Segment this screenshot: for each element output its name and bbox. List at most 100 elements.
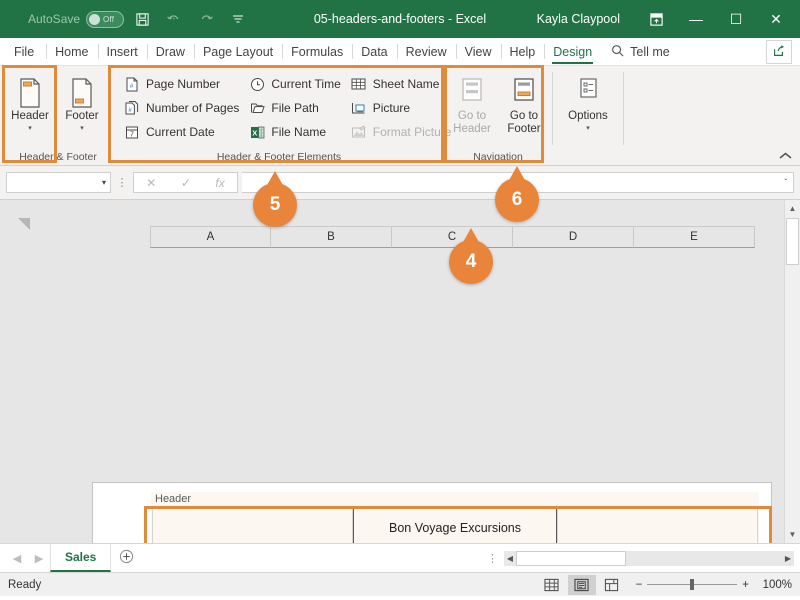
number-of-pages-button[interactable]: # Number of Pages <box>122 96 247 120</box>
name-box-caret[interactable]: ▾ <box>102 178 106 187</box>
format-picture-label: Format Picture <box>372 125 452 139</box>
ribbon-display-options-icon[interactable] <box>636 3 676 35</box>
tab-help[interactable]: Help <box>500 38 545 65</box>
add-sheet-plus-icon[interactable] <box>111 549 141 567</box>
header-right-section[interactable] <box>557 507 758 543</box>
go-to-footer-button[interactable]: Go to Footer <box>498 72 550 136</box>
go-to-header-icon <box>459 76 485 110</box>
tab-view[interactable]: View <box>455 38 501 65</box>
vertical-scroll-thumb[interactable] <box>786 218 799 265</box>
title-bar: AutoSave Off 05-headers-and-footers - Ex… <box>0 0 800 38</box>
share-button[interactable] <box>766 40 792 64</box>
scroll-up-arrow-icon[interactable]: ▲ <box>785 200 800 217</box>
number-of-pages-icon: # <box>124 100 140 116</box>
hscroll-left-arrow-icon[interactable]: ◀ <box>504 554 516 563</box>
customize-quick-access-icon[interactable] <box>224 5 252 33</box>
page-header-label: Header <box>155 493 192 505</box>
zoom-out-button[interactable]: − <box>636 579 643 591</box>
picture-label: Picture <box>372 101 411 115</box>
group-label-header-footer: Header & Footer <box>19 151 97 163</box>
tab-data[interactable]: Data <box>352 38 396 65</box>
next-sheet-arrow-icon[interactable]: ▶ <box>28 552 50 565</box>
footer-dropdown-caret[interactable]: ▾ <box>80 124 84 133</box>
svg-text:7: 7 <box>130 131 134 138</box>
expand-formula-bar-caret[interactable]: ˇ <box>784 178 787 187</box>
cancel-x-icon[interactable]: ✕ <box>146 176 156 190</box>
ribbon-tab-bar: File Home Insert Draw Page Layout Formul… <box>0 38 800 66</box>
current-date-label: Current Date <box>146 125 215 139</box>
options-icon <box>573 76 603 110</box>
header-center-section[interactable]: Bon Voyage Excursions <box>352 507 558 543</box>
zoom-slider[interactable] <box>647 579 738 590</box>
maximize-button[interactable]: ☐ <box>716 3 756 35</box>
ribbon-group-elements: # Page Number # Number of Pages 7 Curren… <box>114 66 451 165</box>
page-layout-view-icon[interactable] <box>567 574 596 595</box>
autosave-toggle-knob <box>89 13 101 25</box>
footer-button[interactable]: Footer ▾ <box>56 72 108 133</box>
formula-bar: ▾ ⋮ ✕ ✓ fx ˇ <box>0 166 800 200</box>
picture-button[interactable]: Picture <box>349 96 460 120</box>
options-button[interactable]: Options ▾ <box>562 72 614 133</box>
sheet-bar-splitter[interactable]: ⋮ <box>487 552 504 565</box>
tell-me-search[interactable]: Tell me <box>601 38 680 65</box>
normal-view-icon[interactable] <box>538 575 566 595</box>
file-path-button[interactable]: File Path <box>247 96 348 120</box>
column-header-b[interactable]: B <box>271 226 392 248</box>
horizontal-scrollbar[interactable]: ◀ ▶ <box>504 550 794 566</box>
file-name-label: File Name <box>271 125 327 139</box>
zoom-slider-knob[interactable] <box>690 579 695 590</box>
page-layout-sheet: Header Bon Voyage Excursions Date Agent … <box>92 482 772 543</box>
prev-sheet-arrow-icon[interactable]: ◀ <box>6 552 28 565</box>
search-icon <box>611 44 624 60</box>
options-dropdown-caret[interactable]: ▾ <box>586 124 590 133</box>
tab-formulas[interactable]: Formulas <box>282 38 352 65</box>
enter-check-icon[interactable]: ✓ <box>181 176 191 190</box>
file-name-button[interactable]: X File Name <box>247 120 348 144</box>
column-header-e[interactable]: E <box>634 226 755 248</box>
name-box[interactable]: ▾ <box>6 172 111 193</box>
status-text: Ready <box>8 578 42 591</box>
formula-bar-divider: ⋮ <box>116 177 128 189</box>
page-break-preview-icon[interactable] <box>598 575 626 595</box>
sheet-tab-sales[interactable]: Sales <box>50 544 112 572</box>
sheet-name-button[interactable]: Sheet Name <box>349 72 460 96</box>
tab-home[interactable]: Home <box>46 38 97 65</box>
page-number-button[interactable]: # Page Number <box>122 72 247 96</box>
header-left-section[interactable] <box>152 507 353 543</box>
zoom-control[interactable]: − + 100% <box>636 579 792 591</box>
hscroll-right-arrow-icon[interactable]: ▶ <box>782 554 794 563</box>
column-header-c[interactable]: C <box>392 226 513 248</box>
autosave-toggle[interactable]: Off <box>86 10 125 28</box>
tab-page-layout[interactable]: Page Layout <box>193 38 282 65</box>
column-header-a[interactable]: A <box>150 226 271 248</box>
redo-icon[interactable] <box>192 5 220 33</box>
page-number-label: Page Number <box>146 77 221 91</box>
tab-design[interactable]: Design <box>544 38 601 65</box>
scroll-down-arrow-icon[interactable]: ▼ <box>785 526 800 543</box>
column-header-d[interactable]: D <box>513 226 634 248</box>
sheet-grid-icon <box>351 76 367 92</box>
vertical-scrollbar[interactable]: ▲ ▼ <box>784 200 800 543</box>
undo-icon[interactable] <box>160 5 188 33</box>
zoom-in-button[interactable]: + <box>742 579 749 591</box>
zoom-level-label[interactable]: 100% <box>754 579 792 591</box>
header-dropdown-caret[interactable]: ▾ <box>28 124 32 133</box>
go-to-footer-icon <box>511 76 537 110</box>
tab-file[interactable]: File <box>0 38 46 65</box>
select-all-triangle-icon[interactable] <box>18 218 30 230</box>
current-date-button[interactable]: 7 Current Date <box>122 120 247 144</box>
format-picture-icon <box>351 124 367 140</box>
fx-icon[interactable]: fx <box>215 176 224 190</box>
save-icon[interactable] <box>128 5 156 33</box>
ribbon: Header ▾ Footer ▾ Header & Footer # Page… <box>0 65 800 166</box>
tab-review[interactable]: Review <box>396 38 456 65</box>
minimize-button[interactable]: — <box>676 3 716 35</box>
header-button[interactable]: Header ▾ <box>4 72 56 133</box>
tab-insert[interactable]: Insert <box>97 38 147 65</box>
horizontal-scroll-thumb[interactable] <box>516 550 626 566</box>
collapse-ribbon-chevron-icon[interactable] <box>779 151 792 163</box>
current-time-button[interactable]: Current Time <box>247 72 348 96</box>
share-icon <box>772 44 786 61</box>
tab-draw[interactable]: Draw <box>146 38 194 65</box>
close-button[interactable]: ✕ <box>756 3 796 35</box>
